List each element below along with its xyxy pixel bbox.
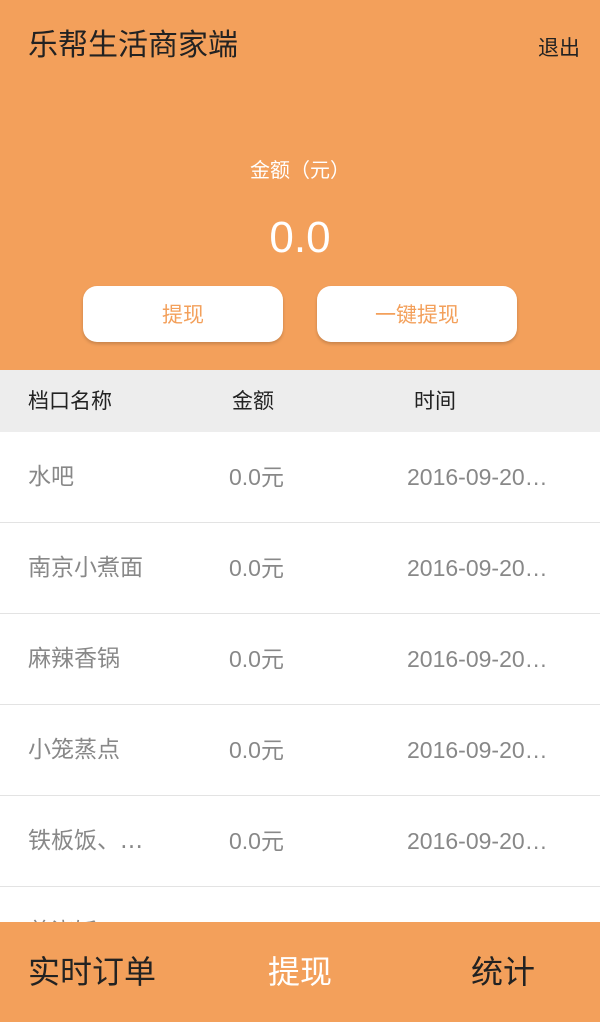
row-time: 2016-09-20… (407, 887, 579, 922)
row-time: 2016-09-20… (407, 464, 548, 490)
table-row[interactable]: 铁板饭、… 0.0元 2016-09-20… (0, 796, 600, 887)
row-amount: 0.0元 (229, 555, 284, 581)
table-row[interactable]: 盖浇饭 10.0元 2016-09-20… (0, 887, 600, 922)
amount-label: 金额（元） (250, 158, 350, 182)
row-amount: 0.0元 (229, 464, 284, 490)
table-header: 档口名称 金额 时间 (0, 370, 600, 432)
tab-statistics[interactable]: 统计 (471, 922, 535, 1022)
table-row[interactable]: 水吧 0.0元 2016-09-20… (0, 432, 600, 523)
table-row[interactable]: 小笼蒸点 0.0元 2016-09-20… (0, 705, 600, 796)
amount-value: 0.0 (269, 213, 331, 262)
withdraw-all-button[interactable]: 一键提现 (317, 286, 517, 342)
stall-name: 铁板饭、… (28, 828, 143, 854)
app-title: 乐帮生活商家端 (28, 28, 238, 63)
table-row[interactable]: 麻辣香锅 0.0元 2016-09-20… (0, 614, 600, 705)
tab-realtime-orders[interactable]: 实时订单 (28, 922, 156, 1022)
bottom-tab-bar: 实时订单 提现 统计 (0, 922, 600, 1022)
stall-name: 水吧 (28, 464, 74, 490)
stall-name: 南京小煮面 (28, 555, 143, 581)
row-time: 2016-09-20… (407, 646, 548, 672)
withdraw-list[interactable]: 水吧 0.0元 2016-09-20… 南京小煮面 0.0元 2016-09-2… (0, 432, 600, 922)
row-time: 2016-09-20… (407, 828, 548, 854)
row-amount: 0.0元 (229, 646, 284, 672)
withdraw-button[interactable]: 提现 (83, 286, 283, 342)
row-time: 2016-09-20… (407, 555, 548, 581)
row-amount: 0.0元 (229, 737, 284, 763)
stall-name: 盖浇饭 (28, 887, 168, 922)
row-amount: 10.0元 (229, 887, 379, 922)
row-time: 2016-09-20… (407, 737, 548, 763)
row-amount: 0.0元 (229, 828, 284, 854)
column-header-time: 时间 (414, 389, 456, 413)
tab-withdraw[interactable]: 提现 (268, 953, 332, 991)
column-header-stall-name: 档口名称 (28, 389, 112, 413)
logout-button[interactable]: 退出 (538, 34, 580, 62)
stall-name: 麻辣香锅 (28, 646, 120, 672)
stall-name: 小笼蒸点 (28, 737, 120, 763)
table-row[interactable]: 南京小煮面 0.0元 2016-09-20… (0, 523, 600, 614)
header-panel: 乐帮生活商家端 退出 金额（元） 0.0 提现 一键提现 (0, 0, 600, 370)
column-header-amount: 金额 (232, 389, 274, 413)
